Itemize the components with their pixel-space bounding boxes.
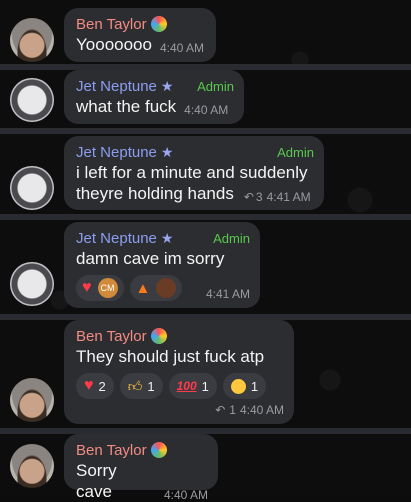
thumbs-up-icon: 👍︎ xyxy=(127,377,143,394)
reply-arrow-icon[interactable]: ↶ xyxy=(215,403,225,417)
star-icon: ★ xyxy=(160,143,174,160)
sender-name[interactable]: Jet Neptune xyxy=(76,230,157,247)
admin-badge: Admin xyxy=(277,144,314,160)
message-bubble[interactable]: Jet Neptune ★ Admin what the fuck 4:40 A… xyxy=(64,70,244,124)
reaction-laughing[interactable]: 1 xyxy=(222,373,267,399)
reaction-count: 2 xyxy=(98,378,106,394)
message-6[interactable]: Ben Taylor Sorry cave 4:40 AM xyxy=(0,434,411,502)
reactions-row: ♥ CM ▲ xyxy=(76,275,183,301)
reaction-thumbs-up[interactable]: 👍︎ 1 xyxy=(119,373,163,399)
sender-name[interactable]: Ben Taylor xyxy=(76,442,147,459)
message-4[interactable]: Jet Neptune ★ Admin damn cave im sorry ♥… xyxy=(0,220,411,312)
sender-name[interactable]: Jet Neptune xyxy=(76,144,157,161)
message-bubble[interactable]: Jet Neptune ★ Admin damn cave im sorry ♥… xyxy=(64,222,260,308)
reaction-count: 1 xyxy=(201,378,209,394)
sender-name[interactable]: Ben Taylor xyxy=(76,16,147,33)
hundred-icon: 100 xyxy=(176,379,197,393)
rainbow-emoji-icon xyxy=(150,442,167,458)
reactor-avatar: CM xyxy=(97,278,118,298)
fire-icon: ▲ xyxy=(135,279,151,297)
rainbow-emoji-icon xyxy=(150,16,167,32)
sender-name[interactable]: Ben Taylor xyxy=(76,328,147,345)
message-3[interactable]: Jet Neptune ★ Admin i left for a minute … xyxy=(0,134,411,212)
heart-icon: ♥ xyxy=(82,279,92,296)
reaction-fire[interactable]: ▲ xyxy=(129,275,183,301)
message-text: They should just fuck atp xyxy=(76,347,265,366)
reply-count[interactable]: 1 xyxy=(229,403,236,417)
reaction-count: 1 xyxy=(147,378,155,394)
reactions-row: ♥ 2 👍︎ 1 100 1 1 xyxy=(76,373,284,399)
message-1[interactable]: Ben Taylor Yooooooo 4:40 AM xyxy=(0,6,411,64)
message-text-line-1: i left for a minute and suddenly xyxy=(76,163,308,182)
message-text: what the fuck xyxy=(76,97,177,116)
message-bubble[interactable]: Ben Taylor Yooooooo 4:40 AM xyxy=(64,8,216,62)
timestamp: 4:40 AM xyxy=(184,103,229,117)
admin-badge: Admin xyxy=(197,78,234,94)
avatar-ben-taylor[interactable] xyxy=(10,378,54,422)
timestamp: 4:40 AM xyxy=(239,403,284,417)
message-2[interactable]: Jet Neptune ★ Admin what the fuck 4:40 A… xyxy=(0,70,411,126)
avatar-jet-neptune[interactable] xyxy=(10,78,54,122)
reaction-hundred[interactable]: 100 1 xyxy=(168,373,217,399)
rainbow-emoji-icon xyxy=(150,328,167,344)
avatar-jet-neptune[interactable] xyxy=(10,262,54,306)
reactor-avatar-2 xyxy=(156,278,177,298)
heart-icon: ♥ xyxy=(84,377,94,394)
timestamp: 4:41 AM xyxy=(205,287,250,301)
reply-count[interactable]: 3 xyxy=(256,190,263,204)
message-bubble[interactable]: Ben Taylor They should just fuck atp ♥ 2… xyxy=(64,320,294,424)
star-icon: ★ xyxy=(160,77,174,94)
avatar-jet-neptune[interactable] xyxy=(10,166,54,210)
message-bubble[interactable]: Jet Neptune ★ Admin i left for a minute … xyxy=(64,136,324,210)
laughing-face-icon xyxy=(230,378,246,394)
timestamp: 4:41 AM xyxy=(266,190,311,204)
sender-name[interactable]: Jet Neptune xyxy=(76,78,157,95)
reply-arrow-icon[interactable]: ↶ xyxy=(244,190,254,204)
reaction-heart[interactable]: ♥ 2 xyxy=(76,373,114,399)
admin-badge: Admin xyxy=(213,230,250,246)
star-icon: ★ xyxy=(160,229,174,246)
message-text: Yooooooo xyxy=(76,35,152,54)
timestamp: 4:40 AM xyxy=(159,41,204,55)
reaction-heart[interactable]: ♥ CM xyxy=(76,275,124,301)
message-5[interactable]: Ben Taylor They should just fuck atp ♥ 2… xyxy=(0,320,411,426)
message-text: Sorry cave xyxy=(76,461,117,501)
message-text: damn cave im sorry xyxy=(76,249,225,268)
reaction-count: 1 xyxy=(250,378,259,394)
message-text-line-2: theyre holding hands xyxy=(76,184,234,203)
message-bubble[interactable]: Ben Taylor Sorry cave 4:40 AM xyxy=(64,434,218,502)
avatar-ben-taylor[interactable] xyxy=(10,18,54,62)
avatar-ben-taylor[interactable] xyxy=(10,444,54,488)
